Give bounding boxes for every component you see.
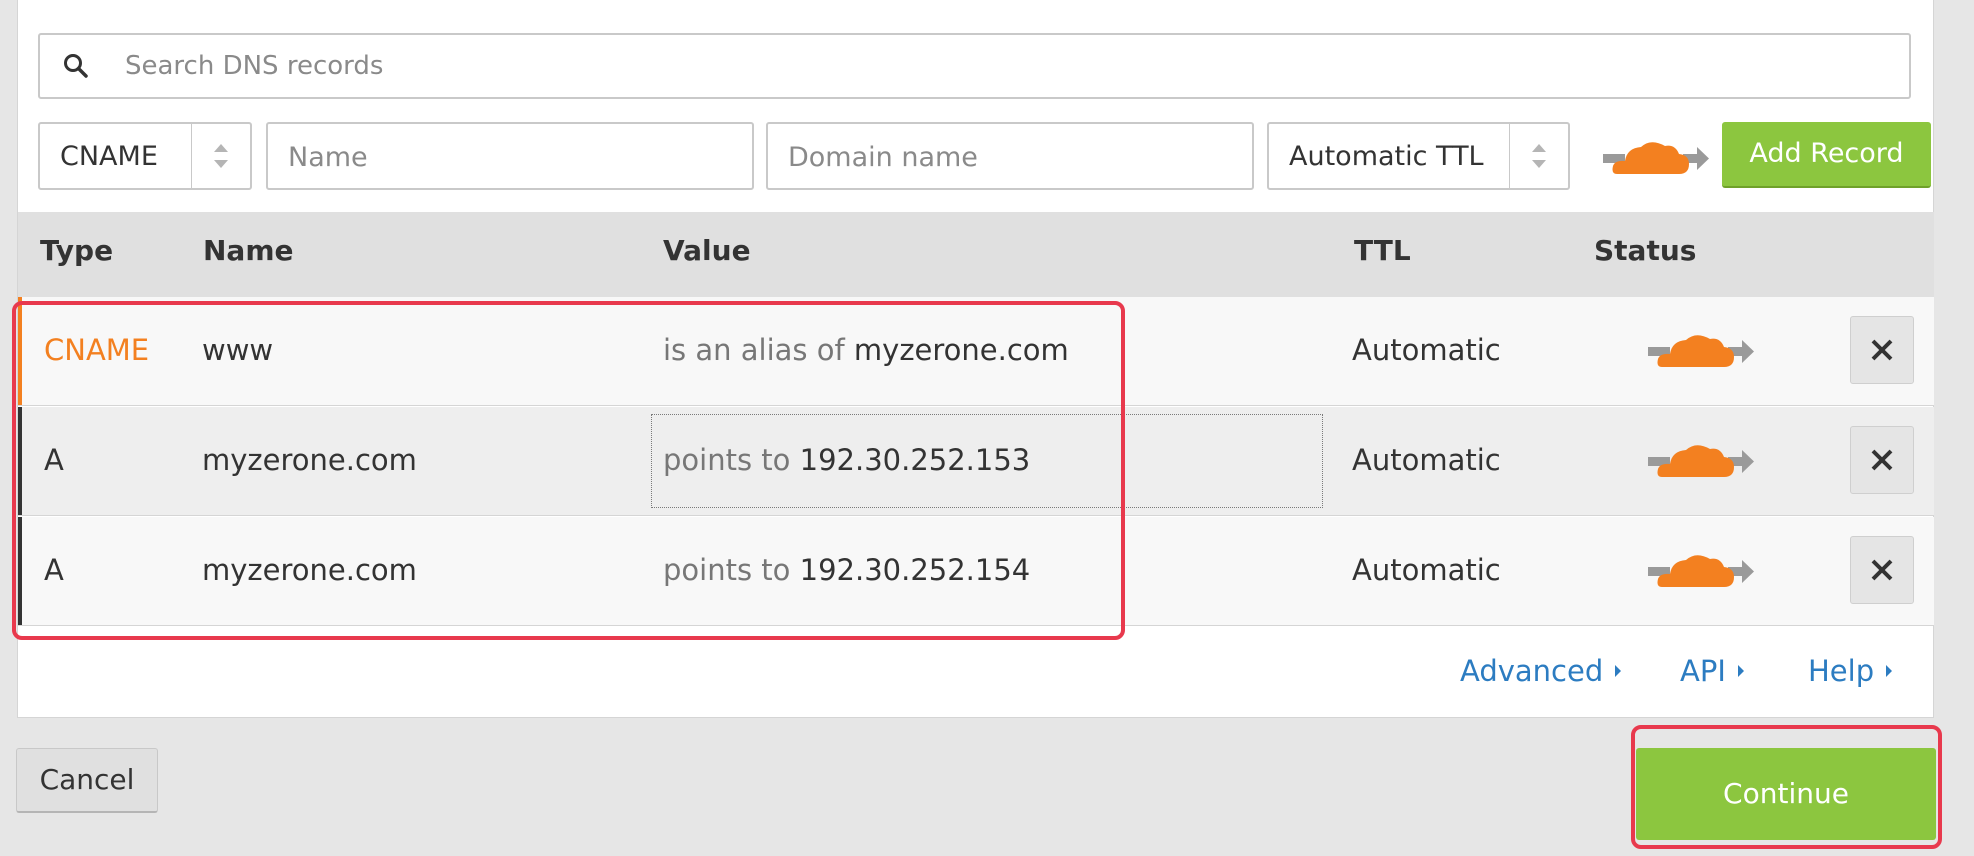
header-ttl: TTL [1354,234,1411,267]
api-link[interactable]: API [1680,654,1744,688]
ttl-select[interactable]: Automatic TTL [1267,122,1570,190]
row-name[interactable]: myzerone.com [202,553,417,587]
table-row[interactable]: CNAME www is an alias of myzerone.com Au… [18,297,1934,406]
search-icon [64,54,88,78]
caret-right-icon [1615,665,1622,677]
api-link-label: API [1680,654,1726,688]
row-value[interactable]: points to 192.30.252.153 [663,443,1030,477]
advanced-link[interactable]: Advanced [1460,654,1622,688]
row-type-indicator [18,407,22,515]
record-type-value: CNAME [60,141,158,172]
row-name[interactable]: myzerone.com [202,443,417,477]
search-dns-input[interactable]: Search DNS records [38,33,1911,99]
close-icon [1871,449,1893,471]
record-name-placeholder: Name [288,142,368,173]
row-value-target: 192.30.252.154 [799,553,1031,587]
header-name: Name [203,234,294,267]
row-value-prefix: points to [663,553,791,587]
cloudflare-proxy-icon[interactable] [1648,439,1756,483]
cloudflare-proxy-toggle-icon[interactable] [1603,136,1711,180]
domain-name-placeholder: Domain name [788,142,978,173]
row-type-indicator [18,517,22,625]
delete-record-button[interactable] [1850,536,1914,604]
updown-arrows-icon [214,144,228,168]
help-link-label: Help [1808,654,1875,688]
caret-right-icon [1886,665,1893,677]
record-type-select[interactable]: CNAME [38,122,252,190]
close-icon [1871,339,1893,361]
row-value[interactable]: is an alias of myzerone.com [663,333,1069,367]
cloudflare-proxy-icon[interactable] [1648,549,1756,593]
updown-arrows-icon [1532,144,1546,168]
row-type[interactable]: CNAME [44,333,149,367]
record-type-stepper[interactable] [191,124,250,188]
row-value[interactable]: points to 192.30.252.154 [663,553,1030,587]
caret-right-icon [1737,665,1744,677]
advanced-link-label: Advanced [1460,654,1604,688]
cloudflare-proxy-icon[interactable] [1648,329,1756,373]
domain-name-input[interactable]: Domain name [766,122,1254,190]
header-type: Type [40,234,114,267]
row-ttl[interactable]: Automatic [1352,553,1501,587]
row-value-target: 192.30.252.153 [799,443,1031,477]
row-type[interactable]: A [44,553,64,587]
row-name[interactable]: www [202,333,273,367]
delete-record-button[interactable] [1850,316,1914,384]
header-value: Value [663,234,751,267]
ttl-select-value: Automatic TTL [1289,141,1484,172]
table-row[interactable]: A myzerone.com points to 192.30.252.154 … [18,517,1934,626]
row-value-prefix: points to [663,443,791,477]
row-type-indicator [18,297,22,405]
close-icon [1871,559,1893,581]
ttl-stepper[interactable] [1509,124,1568,188]
row-ttl[interactable]: Automatic [1352,443,1501,477]
delete-record-button[interactable] [1850,426,1914,494]
add-record-button[interactable]: Add Record [1722,122,1931,188]
row-type[interactable]: A [44,443,64,477]
cancel-button[interactable]: Cancel [16,748,158,813]
row-value-prefix: is an alias of [663,333,845,367]
row-value-target: myzerone.com [853,333,1069,367]
dns-panel: Search DNS records CNAME Name Domain nam… [17,0,1934,718]
record-name-input[interactable]: Name [266,122,754,190]
help-link[interactable]: Help [1808,654,1893,688]
header-status: Status [1594,234,1697,267]
row-ttl[interactable]: Automatic [1352,333,1501,367]
continue-button[interactable]: Continue [1636,748,1936,840]
search-placeholder: Search DNS records [125,51,384,81]
records-table-header: Type Name Value TTL Status [18,212,1934,297]
table-row[interactable]: A myzerone.com points to 192.30.252.153 … [18,407,1934,516]
